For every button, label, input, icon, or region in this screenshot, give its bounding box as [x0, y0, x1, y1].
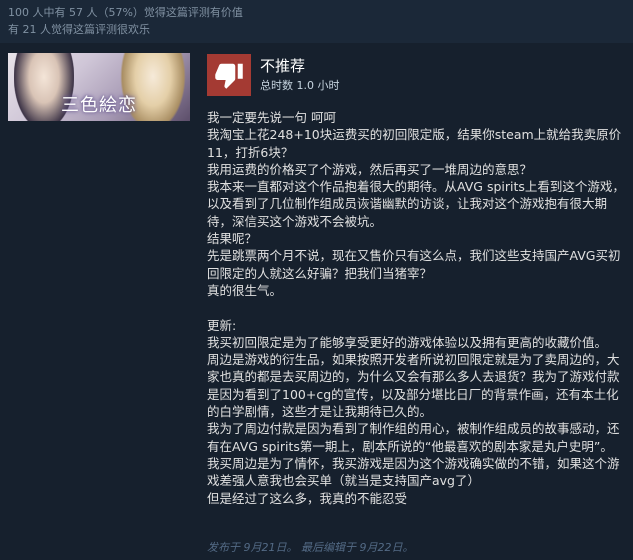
- helpful-count: 100 人中有 57 人（57%）觉得这篇评测有价值: [8, 6, 243, 19]
- review-verdict[interactable]: 不推荐: [260, 57, 305, 75]
- playtime-hours: 总时数 1.0 小时: [260, 79, 340, 92]
- review-panel: 三色絵恋 不推荐 总时数 1.0 小时 我一定要先说一句 呵呵 我淘宝上花248…: [0, 43, 633, 560]
- helpful-stats: 100 人中有 57 人（57%）觉得这篇评测有价值 有 21 人觉得这篇评测很…: [8, 4, 243, 38]
- thumbs-down-icon: [207, 54, 251, 96]
- game-logo-text: 三色絵恋: [61, 95, 137, 116]
- funny-count: 有 21 人觉得这篇评测很欢乐: [8, 23, 150, 36]
- game-banner[interactable]: 三色絵恋: [8, 53, 190, 121]
- review-text: 我一定要先说一句 呵呵 我淘宝上花248+10块运费买的初回限定版，结果你ste…: [207, 110, 625, 506]
- posted-date: 发布于 9月21日。 最后编辑于 9月22日。: [207, 541, 414, 554]
